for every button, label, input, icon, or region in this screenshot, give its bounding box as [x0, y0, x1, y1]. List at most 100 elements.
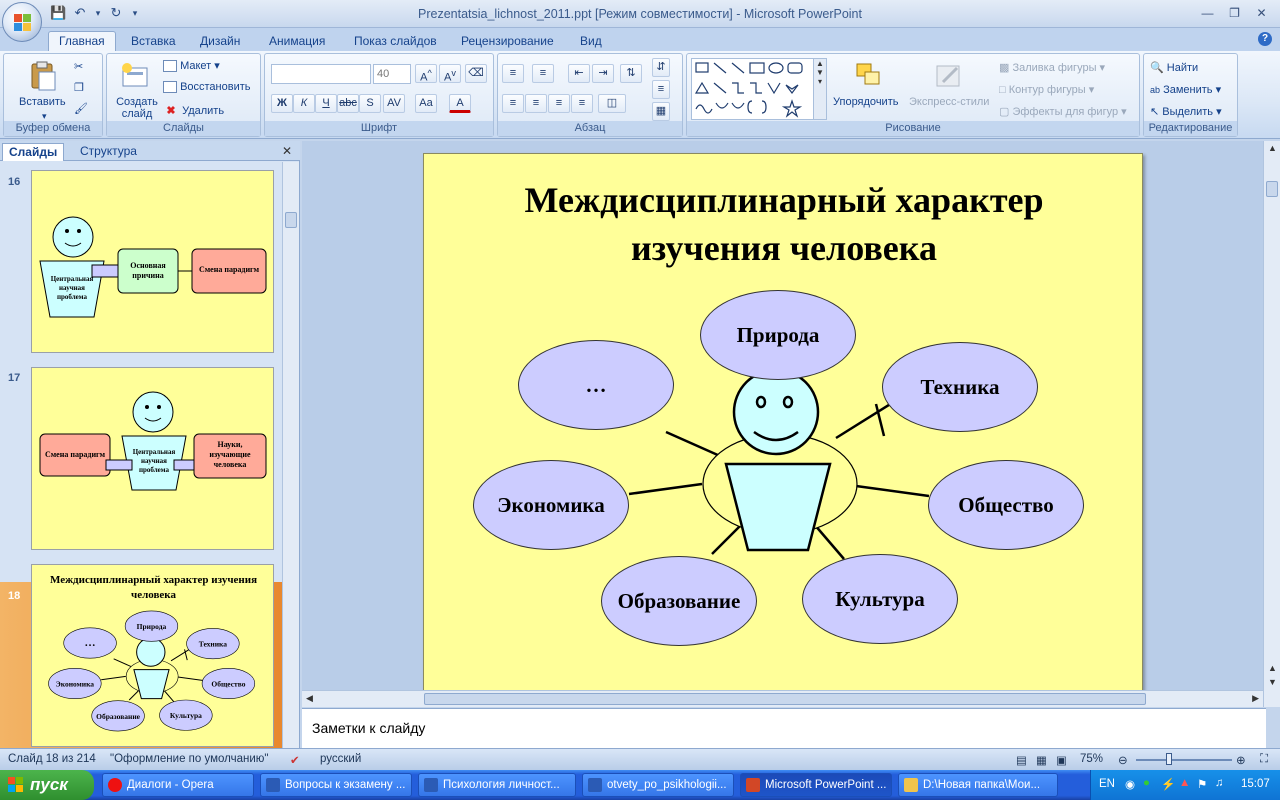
tray-icon-5[interactable]: ⚑: [1197, 777, 1207, 791]
hscroll-thumb[interactable]: [424, 693, 1146, 705]
bullets-icon[interactable]: ≡: [502, 64, 524, 83]
fit-window-icon[interactable]: ⛶: [1260, 753, 1268, 766]
scroll-left-icon[interactable]: ◀: [306, 693, 313, 704]
task-word-3[interactable]: otvety_po_psikhologii...: [582, 773, 734, 797]
tab-animation[interactable]: Анимация: [269, 32, 325, 51]
align-text-icon[interactable]: ≡: [652, 80, 670, 99]
clear-format-icon[interactable]: ⌫: [465, 64, 487, 83]
shadow-icon[interactable]: S: [359, 94, 381, 113]
horizontal-scrollbar[interactable]: ◀ ▶: [302, 690, 1263, 707]
shape-fill-button[interactable]: ▩ Заливка фигуры ▾: [999, 61, 1105, 74]
italic-icon[interactable]: К: [293, 94, 315, 113]
bold-icon[interactable]: Ж: [271, 94, 293, 113]
align-left-icon[interactable]: ≡: [502, 94, 524, 113]
node-other[interactable]: …: [518, 340, 674, 430]
tab-review[interactable]: Рецензирование: [461, 32, 554, 51]
zoom-in-icon[interactable]: ⊕: [1236, 753, 1246, 767]
slideshow-view-icon[interactable]: ▣: [1056, 753, 1067, 767]
sorter-view-icon[interactable]: ▦: [1036, 753, 1047, 767]
scroll-thumb[interactable]: [1266, 181, 1278, 197]
tray-icon-3[interactable]: ⚡: [1161, 777, 1175, 791]
underline-icon[interactable]: Ч: [315, 94, 337, 113]
zoom-slider[interactable]: [1136, 759, 1232, 761]
delete-slide-button[interactable]: ✖ Удалить: [163, 103, 224, 119]
font-size-field[interactable]: 40: [373, 64, 411, 84]
grow-font-icon[interactable]: A^: [415, 64, 437, 84]
scroll-thumb[interactable]: [285, 212, 297, 228]
node-education[interactable]: Образование: [601, 556, 757, 646]
thumbnails-scrollbar[interactable]: [282, 162, 299, 748]
shrink-font-icon[interactable]: Av: [439, 64, 461, 84]
task-folder[interactable]: D:\Новая папка\Мои...: [898, 773, 1058, 797]
volume-icon[interactable]: ♫: [1215, 777, 1224, 789]
node-society[interactable]: Общество: [928, 460, 1084, 550]
tray-icon-4[interactable]: ▲: [1179, 777, 1190, 789]
find-button[interactable]: 🔍 Найти: [1150, 61, 1198, 74]
slide-thumbnail-16[interactable]: Центральная научная проблема Основная пр…: [31, 170, 274, 353]
spacing-icon[interactable]: AV: [383, 94, 405, 113]
input-language[interactable]: EN: [1099, 778, 1115, 790]
start-button[interactable]: пуск: [0, 770, 94, 800]
quick-styles-button[interactable]: Экспресс-стили: [909, 96, 989, 108]
tab-slides[interactable]: Слайды: [2, 143, 65, 161]
decrease-indent-icon[interactable]: ⇤: [568, 64, 590, 83]
text-direction-icon[interactable]: ⇵: [652, 58, 670, 77]
tab-insert[interactable]: Вставка: [131, 32, 176, 51]
arrange-button[interactable]: Упорядочить: [833, 96, 898, 108]
select-button[interactable]: ↖ Выделить ▾: [1150, 105, 1222, 118]
prev-slide-icon[interactable]: ▲: [1268, 663, 1277, 673]
shape-effects-button[interactable]: ▢ Эффекты для фигур ▾: [999, 105, 1127, 118]
zoom-out-icon[interactable]: ⊖: [1118, 753, 1128, 767]
columns-icon[interactable]: ◫: [598, 94, 626, 113]
task-opera[interactable]: Диалоги - Opera: [102, 773, 254, 797]
zoom-slider-thumb[interactable]: [1166, 753, 1172, 765]
node-culture[interactable]: Культура: [802, 554, 958, 644]
task-powerpoint[interactable]: Microsoft PowerPoint ...: [740, 773, 892, 797]
tab-view[interactable]: Вид: [580, 32, 602, 51]
node-economics[interactable]: Экономика: [473, 460, 629, 550]
numbering-icon[interactable]: ≡: [532, 64, 554, 83]
new-slide-button[interactable]: Создать слайд: [115, 96, 159, 120]
tab-home[interactable]: Главная: [48, 31, 116, 51]
node-technology[interactable]: Техника: [882, 342, 1038, 432]
vertical-scrollbar[interactable]: ▲ ▲ ▼: [1263, 141, 1280, 707]
scroll-up-icon[interactable]: ▲: [1268, 143, 1277, 153]
layout-button[interactable]: Макет ▾: [163, 59, 220, 73]
tab-outline[interactable]: Структура: [74, 143, 143, 161]
shapes-gallery[interactable]: [691, 58, 821, 120]
normal-view-icon[interactable]: ▤: [1016, 753, 1027, 767]
person-head-icon[interactable]: [732, 368, 820, 456]
tray-icon-2[interactable]: ●: [1143, 777, 1150, 789]
reset-button[interactable]: Восстановить: [163, 81, 251, 94]
node-nature[interactable]: Природа: [700, 290, 856, 380]
line-spacing-icon[interactable]: ⇅: [620, 64, 642, 83]
replace-button[interactable]: ab Заменить ▾: [1150, 83, 1221, 96]
shapes-scroll[interactable]: ▲ ▼ ▾: [813, 58, 827, 120]
maximize-icon[interactable]: ❐: [1222, 3, 1247, 23]
increase-indent-icon[interactable]: ⇥: [592, 64, 614, 83]
next-slide-icon[interactable]: ▼: [1268, 677, 1277, 687]
align-right-icon[interactable]: ≡: [548, 94, 570, 113]
shape-outline-button[interactable]: □ Контур фигуры ▾: [999, 83, 1094, 96]
slide-canvas[interactable]: Междисциплинарный характер изучения чело…: [423, 153, 1143, 693]
tab-design[interactable]: Дизайн: [200, 32, 240, 51]
language-indicator[interactable]: русский: [320, 753, 361, 765]
notes-pane[interactable]: Заметки к слайду: [302, 708, 1266, 748]
close-icon[interactable]: ✕: [1249, 3, 1274, 23]
paste-button[interactable]: Вставить: [19, 96, 66, 108]
font-name-field[interactable]: [271, 64, 371, 84]
minimize-icon[interactable]: —: [1195, 3, 1220, 23]
tray-icon-1[interactable]: ◉: [1125, 777, 1135, 791]
task-word-2[interactable]: Психология личност...: [418, 773, 576, 797]
slide-thumbnail-18[interactable]: Междисциплинарный характер изучения чело…: [31, 564, 274, 747]
change-case-icon[interactable]: Aa: [415, 94, 437, 113]
tab-slideshow[interactable]: Показ слайдов: [354, 32, 437, 51]
person-body-icon[interactable]: [724, 462, 832, 552]
office-button[interactable]: [2, 2, 42, 42]
help-icon[interactable]: ?: [1258, 32, 1272, 46]
pane-close-icon[interactable]: ✕: [282, 144, 292, 158]
format-painter-icon[interactable]: 🖌: [74, 102, 88, 115]
smartart-icon[interactable]: ▦: [652, 102, 670, 121]
cut-icon[interactable]: ✂: [74, 60, 83, 73]
scroll-right-icon[interactable]: ▶: [1252, 693, 1259, 704]
